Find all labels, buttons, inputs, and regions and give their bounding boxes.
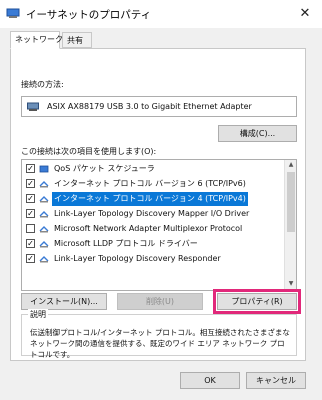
protocol-icon bbox=[39, 181, 49, 188]
item-label: Microsoft Network Adapter Multiplexor Pr… bbox=[54, 224, 243, 233]
list-item[interactable]: ✓ QoS パケット スケジューラ bbox=[22, 162, 282, 176]
adapter-name: ASIX AX88179 USB 3.0 to Gigabit Ethernet… bbox=[47, 102, 252, 111]
title-bar: イーサネットのプロパティ ✕ bbox=[0, 0, 322, 28]
item-label: インターネット プロトコル バージョン 6 (TCP/IPv6) bbox=[54, 179, 246, 188]
window-title: イーサネットのプロパティ bbox=[26, 9, 152, 21]
item-label: Link-Layer Topology Discovery Responder bbox=[54, 254, 221, 263]
item-label: QoS パケット スケジューラ bbox=[54, 164, 155, 173]
item-checkbox[interactable]: ✓ bbox=[26, 194, 35, 203]
description-legend: 説明 bbox=[28, 309, 48, 320]
dialog-body: ネットワーク 共有 接続の方法: ASIX AX88179 USB 3.0 to… bbox=[0, 28, 322, 400]
list-item[interactable]: ✓ Link-Layer Topology Discovery Responde… bbox=[22, 252, 282, 266]
network-tab-panel: 接続の方法: ASIX AX88179 USB 3.0 to Gigabit E… bbox=[10, 48, 306, 361]
protocol-icon bbox=[39, 226, 49, 233]
properties-button[interactable]: プロパティ(R) bbox=[213, 289, 301, 314]
ok-button[interactable]: OK bbox=[180, 372, 240, 389]
uninstall-button[interactable]: 削除(U) bbox=[117, 293, 203, 310]
item-checkbox[interactable]: ✓ bbox=[26, 239, 35, 248]
list-item[interactable]: ✓ Link-Layer Topology Discovery Mapper I… bbox=[22, 207, 282, 221]
item-label: Microsoft LLDP プロトコル ドライバー bbox=[54, 239, 198, 248]
protocol-icon bbox=[39, 241, 49, 248]
tab-network[interactable]: ネットワーク bbox=[10, 31, 63, 49]
network-adapter-icon bbox=[6, 8, 20, 18]
item-checkbox[interactable]: ✓ bbox=[26, 209, 35, 218]
list-item-selected[interactable]: ✓ インターネット プロトコル バージョン 4 (TCP/IPv4) bbox=[22, 192, 282, 206]
configure-button[interactable]: 構成(C)... bbox=[218, 125, 297, 142]
protocol-icon bbox=[39, 196, 49, 203]
connect-using-label: 接続の方法: bbox=[21, 80, 64, 89]
item-checkbox[interactable]: ✓ bbox=[26, 254, 35, 263]
adapter-field: ASIX AX88179 USB 3.0 to Gigabit Ethernet… bbox=[21, 96, 297, 117]
close-button[interactable]: ✕ bbox=[296, 5, 314, 23]
scroll-thumb[interactable] bbox=[287, 172, 295, 232]
item-label: インターネット プロトコル バージョン 4 (TCP/IPv4) bbox=[52, 192, 248, 206]
network-adapter-icon bbox=[27, 102, 39, 111]
scroll-up-icon[interactable]: ▲ bbox=[287, 161, 295, 169]
item-checkbox[interactable] bbox=[26, 224, 35, 233]
tab-sharing[interactable]: 共有 bbox=[62, 32, 92, 48]
install-button[interactable]: インストール(N)... bbox=[21, 293, 107, 310]
item-label: Link-Layer Topology Discovery Mapper I/O… bbox=[54, 209, 250, 218]
list-item[interactable]: Microsoft Network Adapter Multiplexor Pr… bbox=[22, 222, 282, 236]
list-scrollbar[interactable]: ▲ ▼ bbox=[284, 160, 296, 290]
network-service-icon bbox=[39, 165, 49, 173]
item-checkbox[interactable]: ✓ bbox=[26, 164, 35, 173]
item-checkbox[interactable]: ✓ bbox=[26, 179, 35, 188]
description-text: 伝送制御プロトコル/インターネット プロトコル。相互接続されたさまざまなネットワ… bbox=[30, 328, 290, 359]
list-item[interactable]: ✓ Microsoft LLDP プロトコル ドライバー bbox=[22, 237, 282, 251]
components-list[interactable]: ✓ QoS パケット スケジューラ ✓ インターネット プロトコル バージョン … bbox=[21, 159, 297, 291]
list-item[interactable]: ✓ インターネット プロトコル バージョン 6 (TCP/IPv6) bbox=[22, 177, 282, 191]
description-group: 説明 伝送制御プロトコル/インターネット プロトコル。相互接続されたさまざまなネ… bbox=[21, 309, 297, 359]
protocol-icon bbox=[39, 256, 49, 263]
cancel-button[interactable]: キャンセル bbox=[246, 372, 306, 389]
scroll-down-icon[interactable]: ▼ bbox=[287, 280, 295, 288]
items-label: この接続は次の項目を使用します(O): bbox=[21, 147, 157, 156]
protocol-icon bbox=[39, 211, 49, 218]
